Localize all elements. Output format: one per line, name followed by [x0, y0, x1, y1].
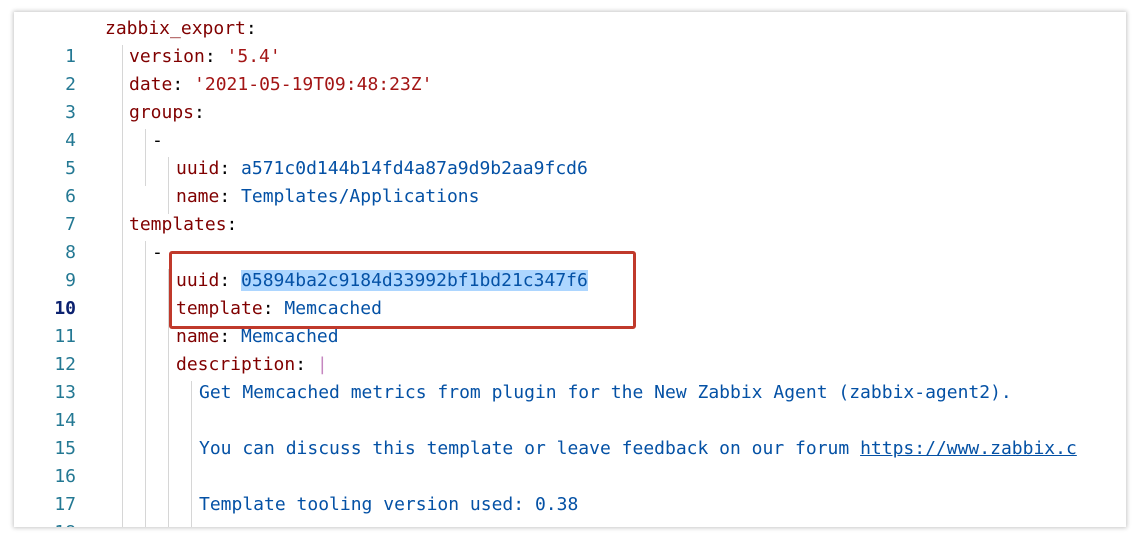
yaml-value: Templates/Applications	[241, 186, 480, 207]
code-line: 3 date: '2021-05-19T09:48:23Z'	[14, 71, 1126, 123]
yaml-colon: :	[219, 158, 242, 179]
code-line: 5 -	[14, 127, 1126, 179]
yaml-block-indicator: |	[316, 354, 328, 375]
code-line: 1 zabbix_export:	[14, 15, 1126, 67]
yaml-colon: :	[219, 186, 242, 207]
code-line: 15	[14, 407, 1126, 459]
code-line: 13 description: |	[14, 351, 1126, 403]
yaml-key: zabbix_export	[105, 18, 246, 39]
yaml-key: groups	[129, 102, 195, 123]
yaml-text-value: Get Memcached metrics from plugin for th…	[199, 382, 1012, 403]
yaml-text-value: Template tooling version used: 0.38	[199, 494, 579, 515]
yaml-value: a571c0d144b14fd4a87a9d9b2aa9fcd6	[241, 158, 588, 179]
yaml-list-dash: -	[152, 130, 163, 151]
yaml-colon: :	[226, 214, 238, 235]
yaml-editor[interactable]: 1 zabbix_export: 2 version: '5.4' 3 date…	[14, 12, 1126, 527]
yaml-key: uuid	[176, 158, 220, 179]
yaml-string-value: '5.4'	[226, 46, 281, 67]
yaml-colon: :	[204, 46, 227, 67]
forum-link[interactable]: https://www.zabbix.c	[860, 438, 1077, 459]
line-number: 18	[14, 519, 76, 527]
yaml-key: templates	[129, 214, 227, 235]
yaml-value: Memcached	[241, 326, 339, 347]
code-line: 16 You can discuss this template or leav…	[14, 435, 1126, 487]
yaml-string-value: '2021-05-19T09:48:23Z'	[194, 74, 433, 95]
code-line: 6 uuid: a571c0d144b14fd4a87a9d9b2aa9fcd6	[14, 155, 1126, 207]
yaml-colon: :	[245, 18, 257, 39]
yaml-key: version	[129, 46, 205, 67]
code-line: 17	[14, 463, 1126, 515]
yaml-key: name	[176, 326, 220, 347]
yaml-text-value: You can discuss this template or leave f…	[199, 438, 861, 459]
code-editor-window: 1 zabbix_export: 2 version: '5.4' 3 date…	[14, 12, 1126, 527]
yaml-key: description	[176, 354, 296, 375]
highlight-annotation-box	[169, 251, 636, 329]
code-line: 4 groups:	[14, 99, 1126, 151]
yaml-colon: :	[295, 354, 317, 375]
yaml-colon: :	[219, 326, 242, 347]
code-line: 7 name: Templates/Applications	[14, 183, 1126, 235]
code-line: 14 Get Memcached metrics from plugin for…	[14, 379, 1126, 431]
yaml-colon: :	[194, 102, 205, 123]
code-line: 2 version: '5.4'	[14, 43, 1126, 95]
yaml-colon: :	[172, 74, 195, 95]
yaml-key: date	[129, 74, 173, 95]
yaml-key: name	[176, 186, 220, 207]
yaml-list-dash: -	[152, 242, 163, 263]
code-line: 8 templates:	[14, 211, 1126, 263]
code-line: 18 Template tooling version used: 0.38	[14, 491, 1126, 527]
